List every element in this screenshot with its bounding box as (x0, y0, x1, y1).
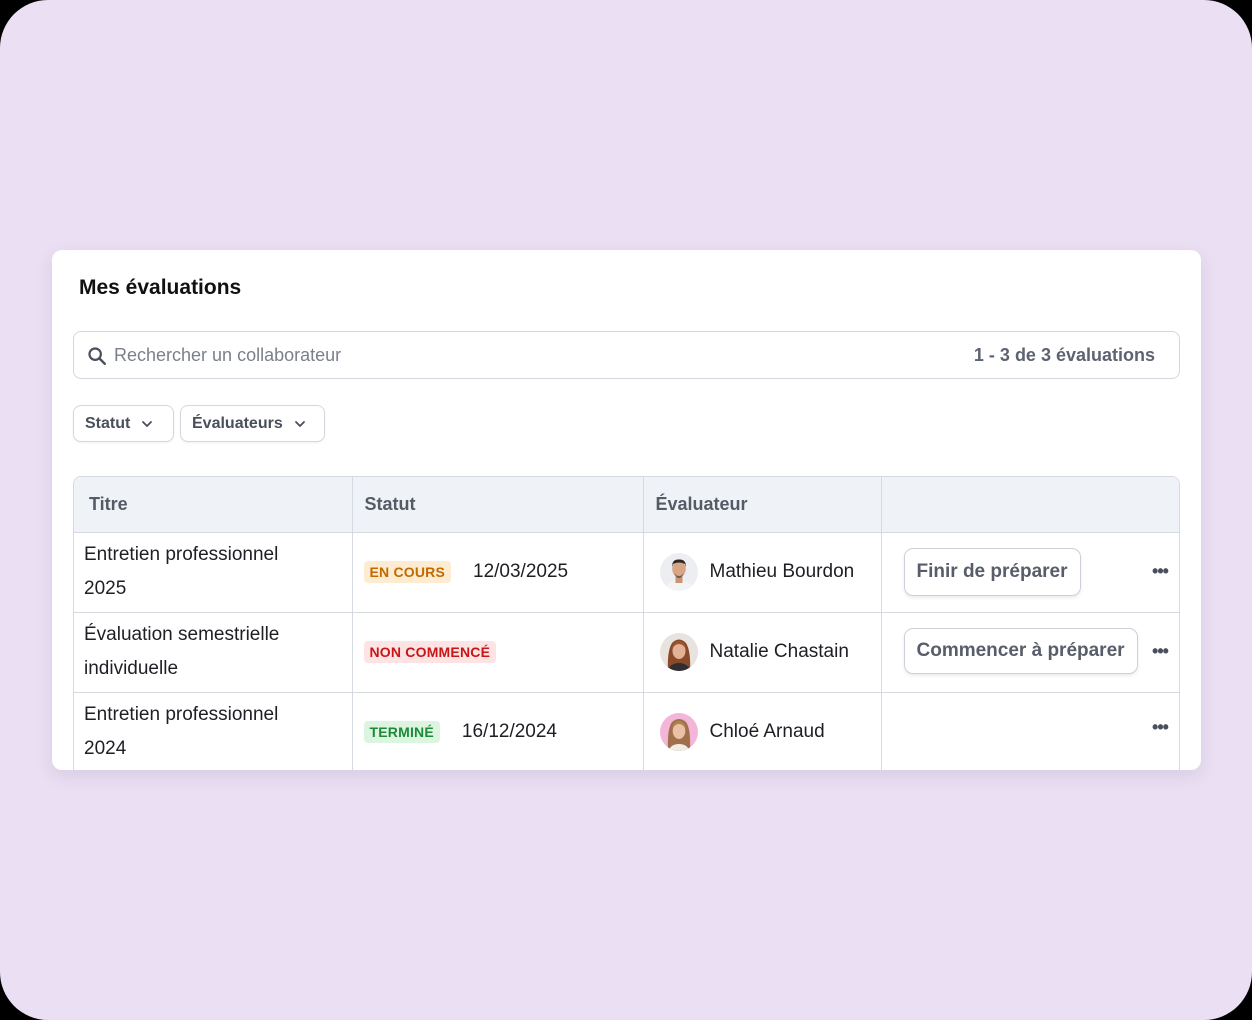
row-title: Entretien professionnel 2024 (74, 692, 353, 770)
table-row[interactable]: Entretien professionnel 2025 EN COURS 12… (74, 532, 1179, 613)
row-title: Évaluation semestrielle individuelle (74, 612, 353, 693)
status-badge: TERMINÉ (363, 721, 440, 744)
row-evaluator: Mathieu Bourdon (643, 532, 882, 613)
page-title: Mes évaluations (79, 276, 242, 299)
result-count: 1 - 3 de 3 évaluations (973, 345, 1155, 365)
row-title-line2: individuelle (84, 658, 179, 679)
row-status: NON COMMENCÉ (352, 612, 644, 693)
row-title-line2: 2024 (84, 738, 127, 760)
search-icon (88, 347, 106, 365)
finish-preparing-button[interactable]: Finir de préparer (903, 547, 1081, 596)
table-header-row: Titre Statut Évaluateur (74, 477, 1179, 533)
status-date: 12/03/2025 (473, 561, 569, 582)
avatar (659, 553, 698, 591)
search-input[interactable] (114, 342, 814, 368)
row-title: Entretien professionnel 2025 (74, 532, 353, 613)
evaluations-card: Mes évaluations 1 - 3 de 3 évaluations S… (52, 250, 1201, 770)
table-row[interactable]: Évaluation semestrielle individuelle NON… (74, 612, 1179, 693)
row-title-line1: Entretien professionnel (84, 704, 279, 726)
row-actions: Finir de préparer ••• (881, 532, 1179, 613)
filter-evaluateurs-dropdown[interactable]: Évaluateurs (180, 405, 325, 442)
row-title-line1: Évaluation semestrielle (84, 624, 280, 645)
filter-statut-dropdown[interactable]: Statut (73, 405, 174, 442)
more-options-icon[interactable]: ••• (1149, 641, 1171, 663)
evaluations-table: Titre Statut Évaluateur Entretien profes… (73, 476, 1180, 770)
filter-evaluateurs-label: Évaluateurs (192, 414, 283, 432)
table-row[interactable]: Entretien professionnel 2024 TERMINÉ 16/… (74, 692, 1179, 770)
row-status: TERMINÉ 16/12/2024 (352, 692, 644, 770)
column-header-titre[interactable]: Titre (74, 477, 353, 533)
more-options-icon[interactable]: ••• (1149, 717, 1171, 739)
column-header-statut[interactable]: Statut (352, 477, 644, 533)
row-title-line2: 2025 (84, 578, 127, 599)
evaluator-name: Natalie Chastain (709, 641, 849, 662)
more-options-icon[interactable]: ••• (1149, 561, 1171, 583)
avatar (659, 633, 698, 671)
avatar (659, 713, 698, 752)
filter-statut-label: Statut (85, 414, 131, 432)
row-evaluator: Chloé Arnaud (643, 692, 882, 770)
chevron-down-icon (142, 420, 153, 427)
start-preparing-button[interactable]: Commencer à préparer (903, 627, 1138, 674)
status-date: 16/12/2024 (461, 721, 557, 743)
row-actions: ••• (881, 692, 1179, 770)
evaluator-name: Chloé Arnaud (709, 721, 825, 743)
row-title-line1: Entretien professionnel (84, 544, 279, 565)
row-evaluator: Natalie Chastain (643, 612, 882, 693)
row-actions: Commencer à préparer ••• (881, 612, 1179, 693)
column-header-actions (881, 477, 1179, 533)
search-bar[interactable]: 1 - 3 de 3 évaluations (73, 331, 1180, 379)
page-background: Mes évaluations 1 - 3 de 3 évaluations S… (0, 0, 1252, 1020)
status-badge: EN COURS (363, 561, 451, 583)
row-status: EN COURS 12/03/2025 (352, 532, 644, 613)
status-badge: NON COMMENCÉ (363, 641, 497, 663)
evaluator-name: Mathieu Bourdon (709, 561, 855, 582)
chevron-down-icon (294, 420, 305, 427)
column-header-evaluateur[interactable]: Évaluateur (643, 477, 882, 533)
